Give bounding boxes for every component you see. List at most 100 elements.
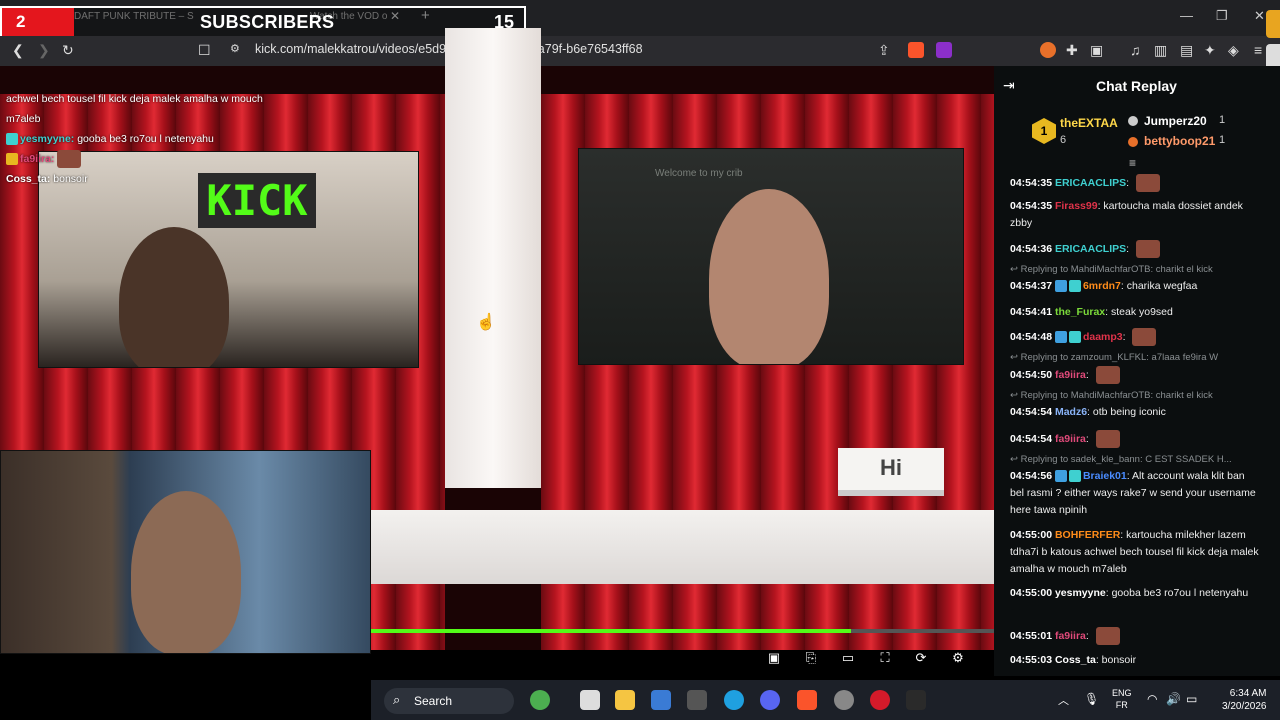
task-view-icon[interactable] [580,690,600,710]
media-icon[interactable]: ♫ [1130,42,1141,58]
message-user[interactable]: ERICAACLIPS [1055,177,1126,189]
stage-pillar [445,28,541,488]
message-user[interactable]: Coss_ta [1055,654,1096,666]
leo-icon[interactable]: ✦ [1204,42,1216,59]
chat-message[interactable]: 04:54:54 fa9iira: [1010,430,1260,448]
emote-icon [1095,627,1120,645]
menu-icon[interactable]: ≡ [1254,42,1262,58]
message-time: 04:54:41 [1010,306,1055,318]
badge-icon [1054,470,1067,483]
chat-message[interactable]: 04:54:36 ERICAACLIPS: [1010,240,1260,258]
widget-icon[interactable] [530,690,550,710]
message-text: : otb being iconic [1087,406,1166,418]
message-user[interactable]: fa9iira [1055,369,1086,381]
clock[interactable]: 6:34 AM 3/20/2026 [1222,687,1267,713]
chat-message[interactable]: 04:55:00 BOHFERFER: kartoucha milekher l… [1010,527,1260,578]
extension-icon[interactable] [1040,42,1056,58]
clip-icon[interactable]: ⎘ [803,650,819,666]
message-time: 04:54:50 [1010,368,1055,381]
message-user[interactable]: BOHFERFER [1055,529,1120,541]
message-user[interactable]: yesmyyne [1055,587,1106,599]
leader-name[interactable]: theEXTAA [1060,116,1118,130]
streamer-webcam [0,450,371,654]
leader-2-name[interactable]: Jumperz20 [1144,114,1207,128]
battery-icon[interactable]: ▭ [1186,692,1197,706]
message-time: 04:54:35 [1010,200,1055,212]
chat-message[interactable]: 04:54:50 fa9iira: [1010,366,1260,384]
language-indicator[interactable]: ENG FR [1112,687,1132,711]
brave-shield-icon[interactable] [908,42,924,58]
volume-icon[interactable]: 🔊 [1166,692,1181,706]
message-user[interactable]: Madz6 [1055,406,1087,418]
chat-message[interactable]: 04:54:35 Firass99: kartoucha mala dossie… [1010,198,1260,232]
message-user[interactable]: Firass99 [1055,200,1098,212]
taskbar-search[interactable]: Search [384,688,514,714]
badge-icon [1054,331,1067,343]
progress-fill [371,629,851,633]
hi-sign: Hi [838,448,944,496]
fullscreen-icon[interactable]: ⛶ [877,650,893,666]
message-user[interactable]: fa9iira [1055,630,1086,642]
chat-message[interactable]: 04:54:48 daamp3: [1010,328,1260,346]
chat-message[interactable]: 04:54:54 Madz6: otb being iconic [1010,404,1260,421]
miniplayer-icon[interactable]: ▣ [766,650,782,666]
tray-chevron-icon[interactable]: ︿ [1058,692,1069,708]
video-progress-bar[interactable] [371,629,994,633]
message-text: : [1122,330,1129,343]
steam-icon[interactable] [834,690,854,710]
chat-message[interactable]: 04:55:00 yesmyyne: gooba be3 ro7ou l net… [1010,585,1260,602]
forward-icon[interactable]: ❯ [38,42,50,59]
chat-message[interactable]: 04:55:03 Coss_ta: bonsoir [1010,652,1260,669]
site-info-icon[interactable]: ⚙ [230,42,240,55]
vpn-icon[interactable]: ◈ [1228,42,1239,59]
message-text: : bonsoir [1095,654,1137,666]
file-explorer-icon[interactable] [615,690,635,710]
back-icon[interactable]: ❮ [12,42,24,59]
maximize-icon[interactable]: ❐ [1216,8,1228,24]
subscriber-title: SUBSCRIBERS [200,11,335,32]
opera-icon[interactable] [870,690,890,710]
microphone-icon[interactable]: 🎙 [1084,692,1099,706]
message-user[interactable]: fa9iira [1055,433,1086,445]
collapse-chat-icon[interactable]: ⇥ [1003,77,1015,94]
screenshot-icon[interactable]: ▣ [1090,42,1103,59]
speed-icon[interactable]: ⟳ [913,650,929,666]
minimize-icon[interactable]: — [1180,8,1193,23]
brave-icon[interactable] [797,690,817,710]
message-user[interactable]: daamp3 [1083,331,1123,343]
message-user[interactable]: ERICAACLIPS [1055,243,1126,255]
bookmark-icon[interactable]: ☐ [198,42,211,59]
message-time: 04:55:00 [1010,587,1055,599]
emote-icon [1135,240,1160,258]
reload-icon[interactable]: ↻ [62,42,74,59]
message-time: 04:54:56 [1010,470,1055,482]
emote-icon [1095,430,1120,448]
settings-icon[interactable]: ⚙ [950,650,966,666]
discord-icon[interactable] [760,690,780,710]
sidebar-icon[interactable]: ▥ [1154,42,1167,59]
emote-icon [1135,174,1160,192]
message-user[interactable]: the_Furax [1055,306,1105,318]
chat-message[interactable]: 04:55:01 fa9iira: [1010,627,1260,645]
rank-2-icon [1128,116,1138,126]
message-user[interactable]: 6mrdn7 [1083,280,1121,292]
chat-message[interactable]: 04:54:41 the_Furax: steak yo9sed [1010,304,1260,321]
theater-icon[interactable]: ▭ [840,650,856,666]
extensions-icon[interactable]: ✚ [1066,42,1078,59]
leader-3-name[interactable]: bettyboop21 [1144,134,1215,148]
brave-rewards-icon[interactable] [936,42,952,58]
chat-message[interactable]: 04:54:37 6mrdn7: charika wegfaa [1010,278,1260,295]
filter-icon[interactable]: ≡ [1129,156,1136,170]
chat-message[interactable]: 04:54:56 Braiek01: Alt account wala klit… [1010,468,1260,519]
share-icon[interactable]: ⇪ [878,42,890,59]
edge-icon[interactable] [724,690,744,710]
message-user[interactable]: Braiek01 [1083,470,1127,482]
kick-app-icon[interactable] [906,690,926,710]
close-window-icon[interactable]: ✕ [1254,8,1265,24]
leader-3-count: 1 [1219,134,1226,146]
chat-message[interactable]: 04:54:35 ERICAACLIPS: [1010,174,1260,192]
wifi-icon[interactable]: ◠ [1147,692,1157,706]
app-icon[interactable] [687,690,707,710]
wallet-icon[interactable]: ▤ [1180,42,1193,59]
store-icon[interactable] [651,690,671,710]
